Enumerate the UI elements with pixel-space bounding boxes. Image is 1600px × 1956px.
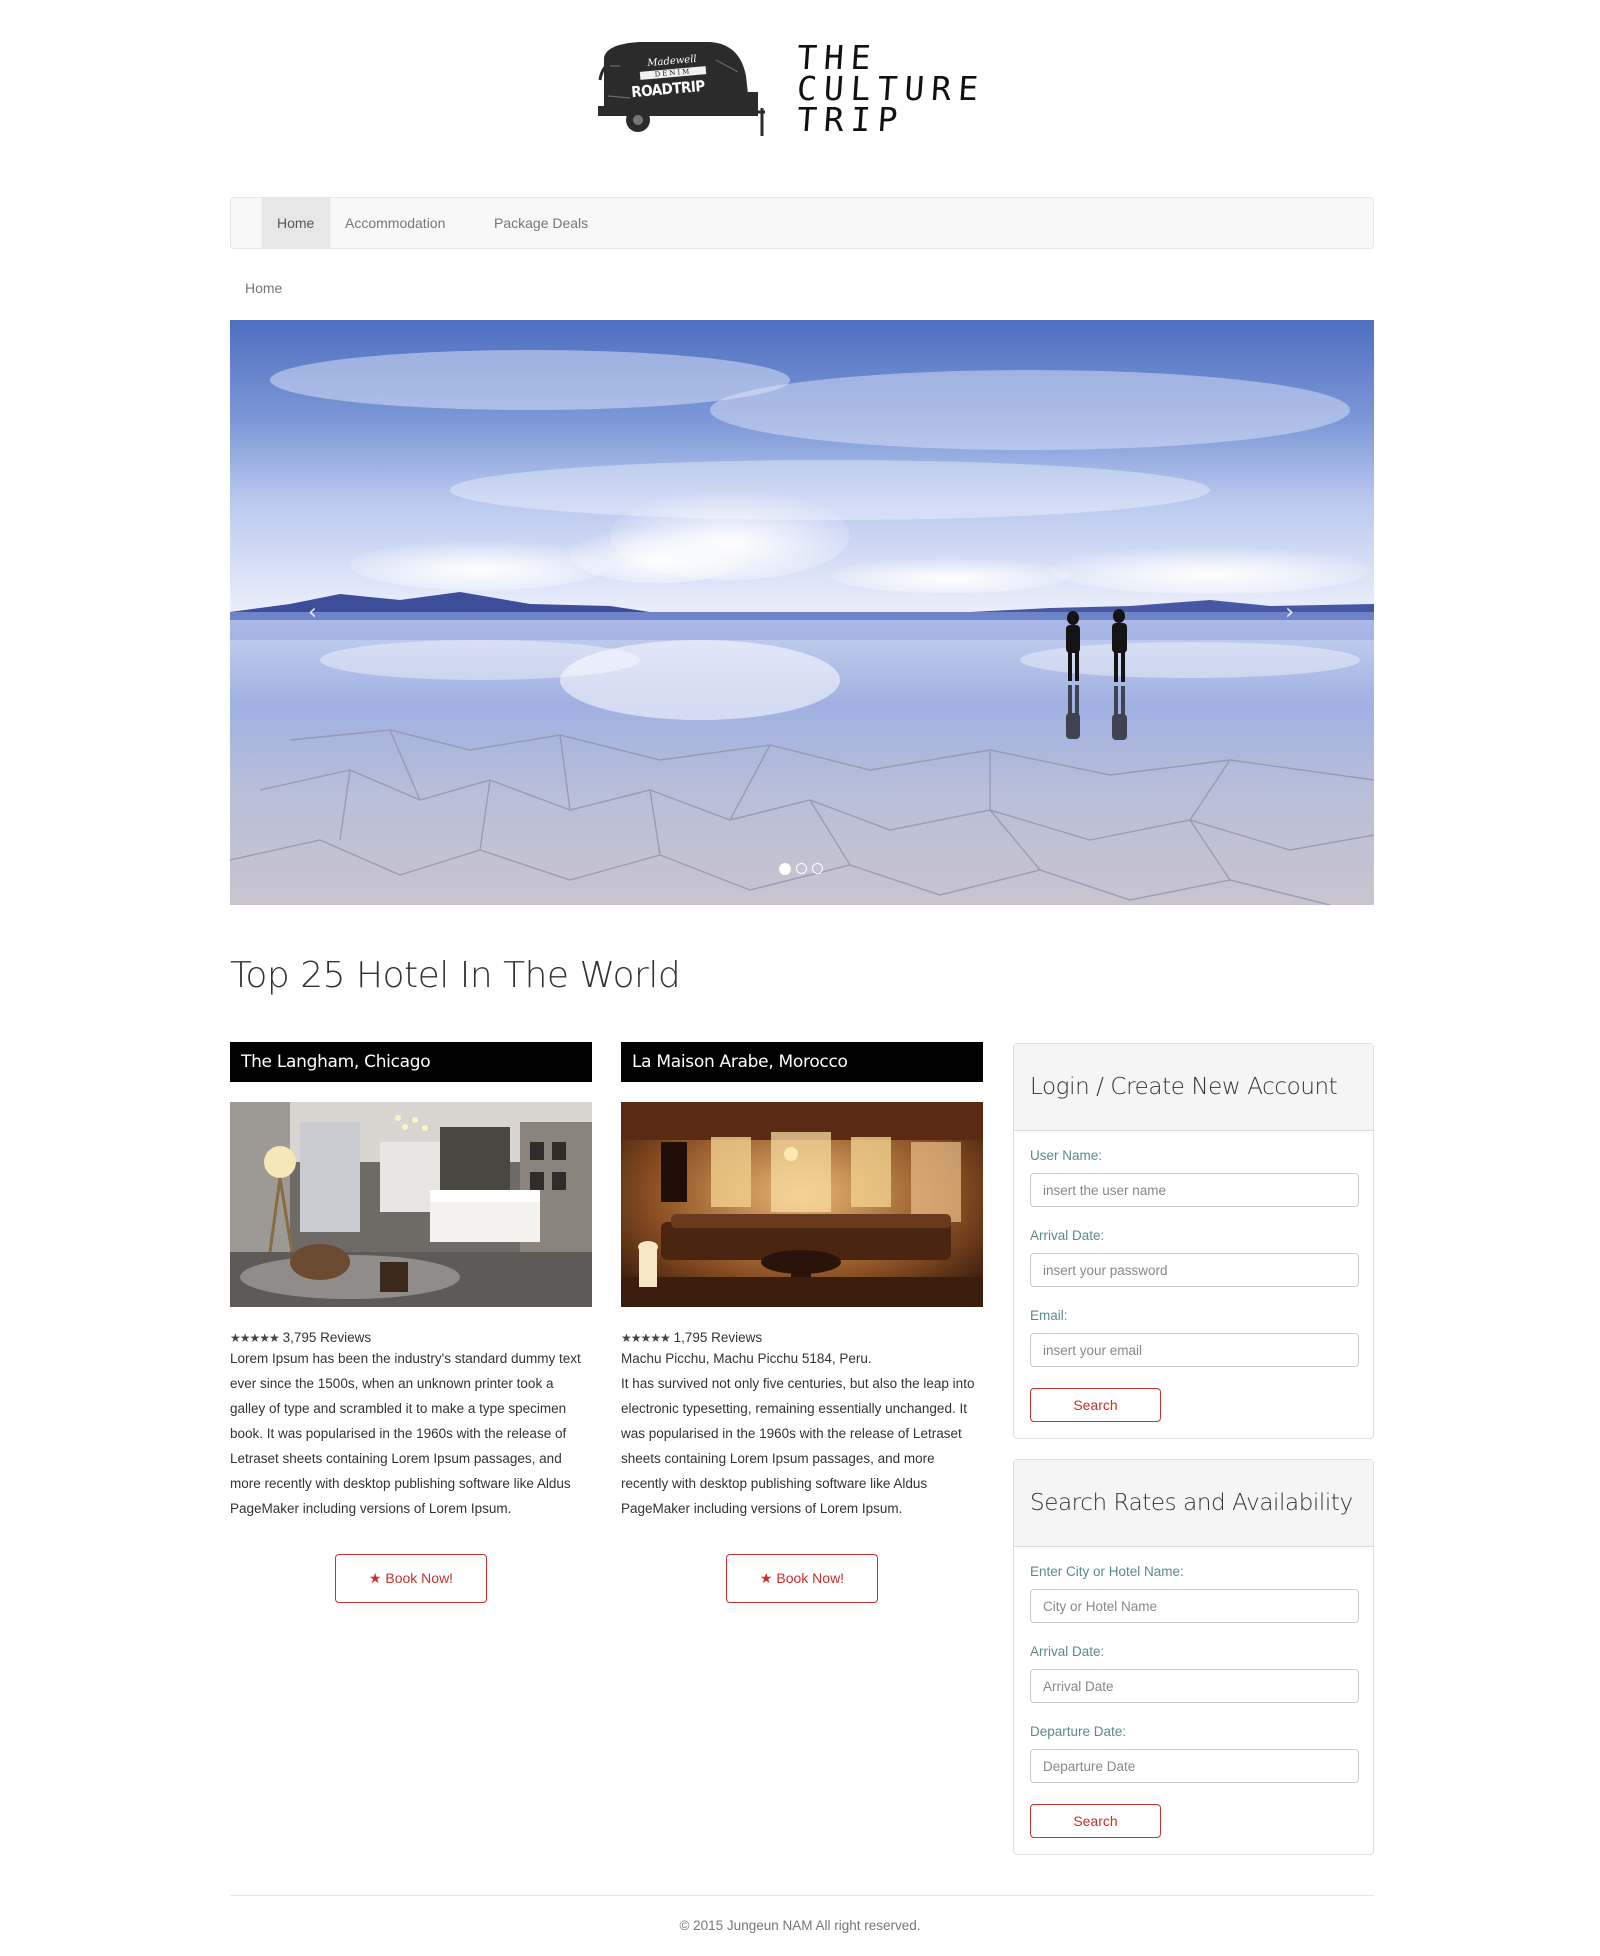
login-search-button[interactable]: Search: [1030, 1388, 1161, 1422]
hotel-card: La Maison Arabe, Morocco ★★★★★ 1,795 Rev…: [621, 1042, 983, 1603]
star-icon: ★: [368, 1570, 382, 1586]
star-rating-icon: ★★★★★: [621, 1331, 671, 1345]
site-logo[interactable]: Madewell DENIM ROADTRIP THE CULTURE TRIP: [590, 36, 990, 146]
nav-item-home[interactable]: Home: [262, 198, 330, 248]
carousel-indicator[interactable]: [796, 863, 807, 874]
city-hotel-label: Enter City or Hotel Name:: [1030, 1564, 1184, 1579]
brand-wordmark: THE CULTURE TRIP: [795, 38, 987, 139]
book-now-button[interactable]: ★ Book Now!: [335, 1554, 487, 1603]
hotel-image[interactable]: [230, 1102, 592, 1307]
search-panel-title: Search Rates and Availability: [1014, 1460, 1373, 1547]
section-title: Top 25 Hotel In The World: [230, 955, 681, 996]
review-count: 3,795 Reviews: [282, 1330, 372, 1345]
hotel-rating: ★★★★★ 1,795 Reviews: [621, 1330, 983, 1345]
hotel-image[interactable]: [621, 1102, 983, 1307]
book-now-button[interactable]: ★ Book Now!: [726, 1554, 878, 1603]
hotel-address: Machu Picchu, Machu Picchu 5184, Peru.: [621, 1351, 872, 1366]
carousel-indicator[interactable]: [812, 863, 823, 874]
user-name-label: User Name:: [1030, 1148, 1103, 1163]
arrival-date-input[interactable]: [1030, 1669, 1359, 1703]
carousel-indicators: [779, 863, 823, 875]
departure-date-input[interactable]: [1030, 1749, 1359, 1783]
star-icon: ★: [759, 1570, 773, 1586]
carousel-next-icon[interactable]: ›: [1285, 600, 1294, 625]
arrival-date-label: Arrival Date:: [1030, 1644, 1105, 1659]
salt-flat-hero-image: [230, 320, 1374, 905]
departure-date-label: Departure Date:: [1030, 1724, 1127, 1739]
hotel-description: It has survived not only five centuries,…: [621, 1376, 975, 1516]
carousel-indicator[interactable]: [779, 863, 791, 875]
book-now-label: Book Now!: [776, 1570, 845, 1586]
availability-search-button[interactable]: Search: [1030, 1804, 1161, 1838]
main-navbar: Home Accommodation Package Deals: [230, 197, 1374, 249]
email-input[interactable]: [1030, 1333, 1359, 1367]
hotel-rating: ★★★★★ 3,795 Reviews: [230, 1330, 592, 1345]
breadcrumb[interactable]: Home: [245, 280, 282, 296]
nav-item-accommodation[interactable]: Accommodation: [330, 198, 460, 248]
footer-copyright: © 2015 Jungeun NAM All right reserved.: [679, 1918, 921, 1933]
login-form: User Name: Arrival Date: Email: Search: [1014, 1131, 1373, 1422]
arrival-date-label: Arrival Date:: [1030, 1228, 1105, 1243]
email-label: Email:: [1030, 1308, 1068, 1323]
search-form: Enter City or Hotel Name: Arrival Date: …: [1014, 1547, 1373, 1838]
brand-line-3: TRIP: [795, 100, 906, 139]
city-hotel-input[interactable]: [1030, 1589, 1359, 1623]
footer-divider: [230, 1895, 1374, 1896]
hotel-card: The Langham, Chicago ★★★★★ 3,795 Reviews…: [230, 1042, 592, 1603]
hotel-description: Lorem Ipsum has been the industry's stan…: [230, 1351, 581, 1516]
hotel-room-photo: [230, 1102, 592, 1307]
carousel-prev-icon[interactable]: ‹: [308, 600, 317, 625]
password-input[interactable]: [1030, 1253, 1359, 1287]
hotel-title[interactable]: La Maison Arabe, Morocco: [621, 1042, 983, 1082]
hotel-lounge-photo: [621, 1102, 983, 1307]
login-panel-title: Login / Create New Account: [1014, 1044, 1373, 1131]
book-now-label: Book Now!: [385, 1570, 454, 1586]
hotel-title[interactable]: The Langham, Chicago: [230, 1042, 592, 1082]
login-panel: Login / Create New Account User Name: Ar…: [1013, 1043, 1374, 1439]
nav-item-package-deals[interactable]: Package Deals: [479, 198, 603, 248]
review-count: 1,795 Reviews: [673, 1330, 763, 1345]
star-rating-icon: ★★★★★: [230, 1331, 280, 1345]
search-rates-panel: Search Rates and Availability Enter City…: [1013, 1459, 1374, 1855]
user-name-input[interactable]: [1030, 1173, 1359, 1207]
hero-carousel[interactable]: ‹ ›: [230, 320, 1374, 905]
